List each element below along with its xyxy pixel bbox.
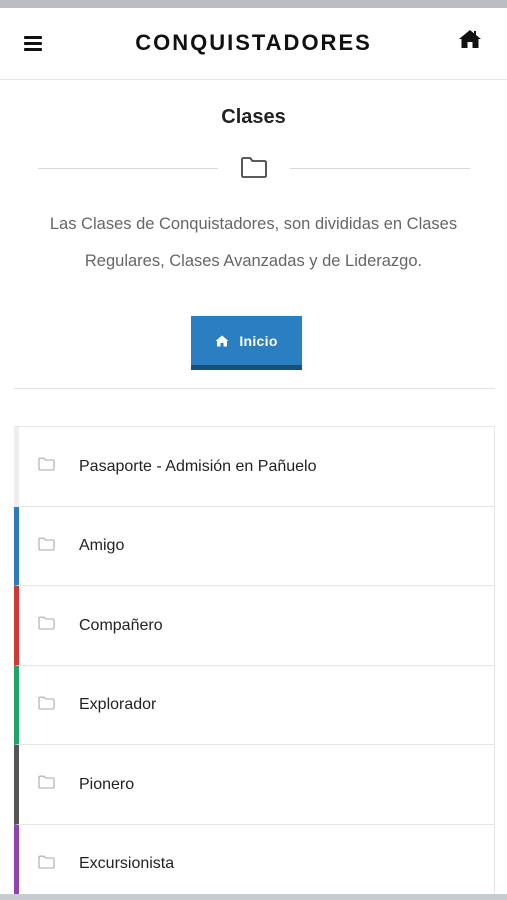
- home-icon: [215, 335, 229, 346]
- divider: [14, 388, 495, 389]
- divider-left: [38, 168, 218, 169]
- folder-icon: [38, 537, 55, 551]
- list-item-label: Excursionista: [79, 855, 175, 872]
- home-icon: [459, 30, 481, 48]
- list-item-companero[interactable]: Compañero: [14, 586, 495, 666]
- list-item-pionero[interactable]: Pionero: [14, 745, 495, 825]
- list-item-label: Pionero: [79, 775, 135, 793]
- inicio-button-label: Inicio: [239, 332, 278, 349]
- bottom-edge: [0, 894, 507, 900]
- home-button[interactable]: [458, 28, 482, 50]
- folder-icon: [38, 616, 55, 630]
- list-item-excursionista[interactable]: Excursionista: [14, 824, 495, 900]
- folder-icon: [241, 157, 267, 178]
- list-item-label: Compañero: [79, 616, 163, 634]
- section-description: Las Clases de Conquistadores, son dividi…: [49, 215, 458, 270]
- folder-icon: [38, 775, 55, 789]
- folder-icon: [38, 457, 55, 471]
- list-item-pasaporte[interactable]: Pasaporte - Admisión en Pañuelo: [14, 427, 495, 507]
- inicio-button[interactable]: Inicio: [191, 316, 302, 370]
- list-item-explorador[interactable]: Explorador: [14, 665, 495, 745]
- list-item-label: Explorador: [79, 696, 157, 713]
- folder-icon: [38, 696, 55, 710]
- list-item-label: Pasaporte - Admisión en Pañuelo: [79, 457, 317, 475]
- page-title: Clases: [221, 106, 286, 128]
- list-item-label: Amigo: [79, 537, 125, 554]
- status-bar: [0, 0, 507, 8]
- folder-icon: [38, 855, 55, 869]
- list-item-amigo[interactable]: Amigo: [14, 506, 495, 586]
- class-list: Pasaporte - Admisión en Pañuelo Amigo Co…: [14, 426, 495, 900]
- app-title: CONQUISTADORES: [135, 30, 372, 55]
- app-bar: CONQUISTADORES: [0, 8, 507, 80]
- divider-right: [290, 168, 470, 169]
